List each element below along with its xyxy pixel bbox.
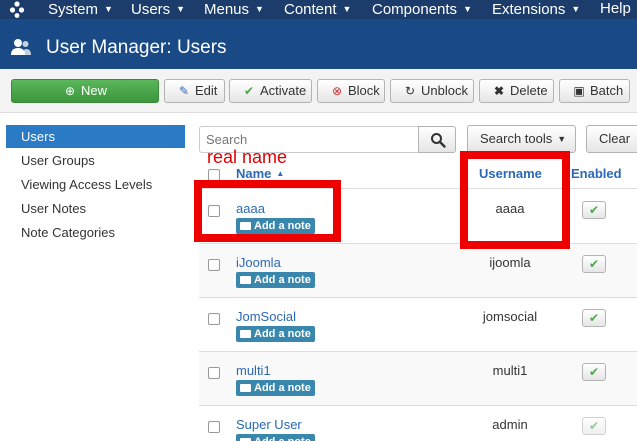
- page-title: User Manager: Users: [46, 37, 227, 58]
- user-name-link[interactable]: iJoomla: [236, 255, 281, 270]
- unblock-button[interactable]: ↻ Unblock: [390, 79, 474, 103]
- row-checkbox[interactable]: [208, 421, 220, 433]
- comment-icon: [240, 276, 251, 284]
- delete-x-icon: ✖: [493, 84, 505, 98]
- joomla-logo-icon[interactable]: [9, 0, 25, 18]
- annotation-box-username: [460, 151, 570, 249]
- search-tools-button[interactable]: Search tools ▼: [467, 125, 576, 153]
- block-icon: ⊗: [331, 84, 343, 98]
- add-note-button[interactable]: Add a note: [236, 272, 315, 288]
- row-checkbox[interactable]: [208, 367, 220, 379]
- sidebar-item-viewing-access-levels[interactable]: Viewing Access Levels: [6, 173, 185, 196]
- row-checkbox[interactable]: [208, 259, 220, 271]
- check-icon: ✔: [589, 257, 600, 271]
- search-button[interactable]: [418, 126, 456, 153]
- check-icon: ✔: [243, 84, 255, 98]
- caret-down-icon: ▼: [255, 4, 264, 14]
- check-icon: ✔: [589, 365, 600, 379]
- activate-button[interactable]: ✔ Activate: [229, 79, 312, 103]
- sidebar-item-user-groups[interactable]: User Groups: [6, 149, 185, 172]
- edit-icon: ✎: [178, 84, 190, 98]
- menu-users[interactable]: Users ▼: [131, 0, 185, 19]
- sidebar-item-user-notes[interactable]: User Notes: [6, 197, 185, 220]
- table-row: iJoomla Add a note ijoomla ✔: [199, 244, 637, 298]
- user-name-link[interactable]: JomSocial: [236, 309, 296, 324]
- enabled-toggle[interactable]: ✔: [582, 255, 606, 273]
- check-icon: ✔: [589, 311, 600, 325]
- sidebar-item-users[interactable]: Users: [6, 125, 185, 148]
- plus-circle-icon: ⊕: [64, 84, 76, 98]
- add-note-button[interactable]: Add a note: [236, 434, 315, 441]
- add-note-button[interactable]: Add a note: [236, 326, 315, 342]
- search-icon: [431, 133, 446, 148]
- enabled-column-header[interactable]: Enabled: [571, 166, 622, 181]
- comment-icon: [240, 384, 251, 392]
- sort-ascending-icon: ▲: [276, 169, 285, 178]
- new-button[interactable]: ⊕ New: [11, 79, 159, 103]
- menu-extensions[interactable]: Extensions ▼: [492, 0, 580, 19]
- name-column-header[interactable]: Name ▲: [236, 166, 284, 181]
- check-icon: ✔: [589, 419, 600, 433]
- check-icon: ✔: [589, 203, 600, 217]
- add-note-button[interactable]: Add a note: [236, 380, 315, 396]
- caret-down-icon: ▼: [176, 4, 186, 14]
- caret-down-icon: ▼: [571, 4, 581, 14]
- table-row: JomSocial Add a note jomsocial ✔: [199, 298, 637, 352]
- enabled-toggle[interactable]: ✔: [582, 309, 606, 327]
- username-cell: multi1: [492, 363, 528, 378]
- username-cell: admin: [492, 417, 528, 432]
- block-button[interactable]: ⊗ Block: [317, 79, 385, 103]
- delete-button[interactable]: ✖ Delete: [479, 79, 554, 103]
- user-name-link[interactable]: multi1: [236, 363, 271, 378]
- enabled-toggle[interactable]: ✔: [582, 201, 606, 219]
- table-row: Super User Add a note admin ✔: [199, 406, 637, 441]
- menu-content[interactable]: Content ▼: [284, 0, 351, 19]
- username-cell: jomsocial: [482, 309, 538, 324]
- clear-button[interactable]: Clear: [586, 125, 637, 153]
- menu-help[interactable]: Help: [600, 0, 631, 18]
- users-icon: [11, 39, 31, 55]
- page: System ▼ Users ▼ Menus ▼ Content ▼ Component…: [0, 0, 637, 441]
- user-name-link[interactable]: Super User: [236, 417, 302, 432]
- menu-menus[interactable]: Menus ▼: [204, 0, 264, 19]
- username-cell: ijoomla: [489, 255, 531, 270]
- annotation-box-name: [194, 180, 341, 242]
- caret-down-icon: ▼: [342, 4, 352, 14]
- batch-icon: ▣: [573, 84, 585, 98]
- enabled-toggle[interactable]: ✔: [582, 363, 606, 381]
- annotation-label: real name: [207, 147, 288, 167]
- page-header: User Manager: Users: [0, 19, 637, 69]
- edit-button[interactable]: ✎ Edit: [164, 79, 225, 103]
- caret-down-icon: ▼: [463, 4, 472, 14]
- sidebar: Users User Groups Viewing Access Levels …: [0, 113, 190, 441]
- row-checkbox[interactable]: [208, 313, 220, 325]
- caret-down-icon: ▼: [104, 4, 113, 14]
- menu-system[interactable]: System ▼: [48, 0, 113, 19]
- enabled-toggle: ✔: [582, 417, 606, 435]
- table-row: multi1 Add a note multi1 ✔: [199, 352, 637, 406]
- caret-down-icon: ▼: [557, 134, 567, 144]
- comment-icon: [240, 330, 251, 338]
- batch-button[interactable]: ▣ Batch: [559, 79, 630, 103]
- top-navbar: System ▼ Users ▼ Menus ▼ Content ▼ Component…: [0, 0, 637, 19]
- refresh-icon: ↻: [404, 84, 416, 98]
- sidebar-item-note-categories[interactable]: Note Categories: [6, 221, 185, 244]
- toolbar: ⊕ New ✎ Edit ✔ Activate ⊗ Block ↻ Unblock ✖ De…: [0, 69, 637, 113]
- menu-components[interactable]: Components ▼: [372, 0, 472, 19]
